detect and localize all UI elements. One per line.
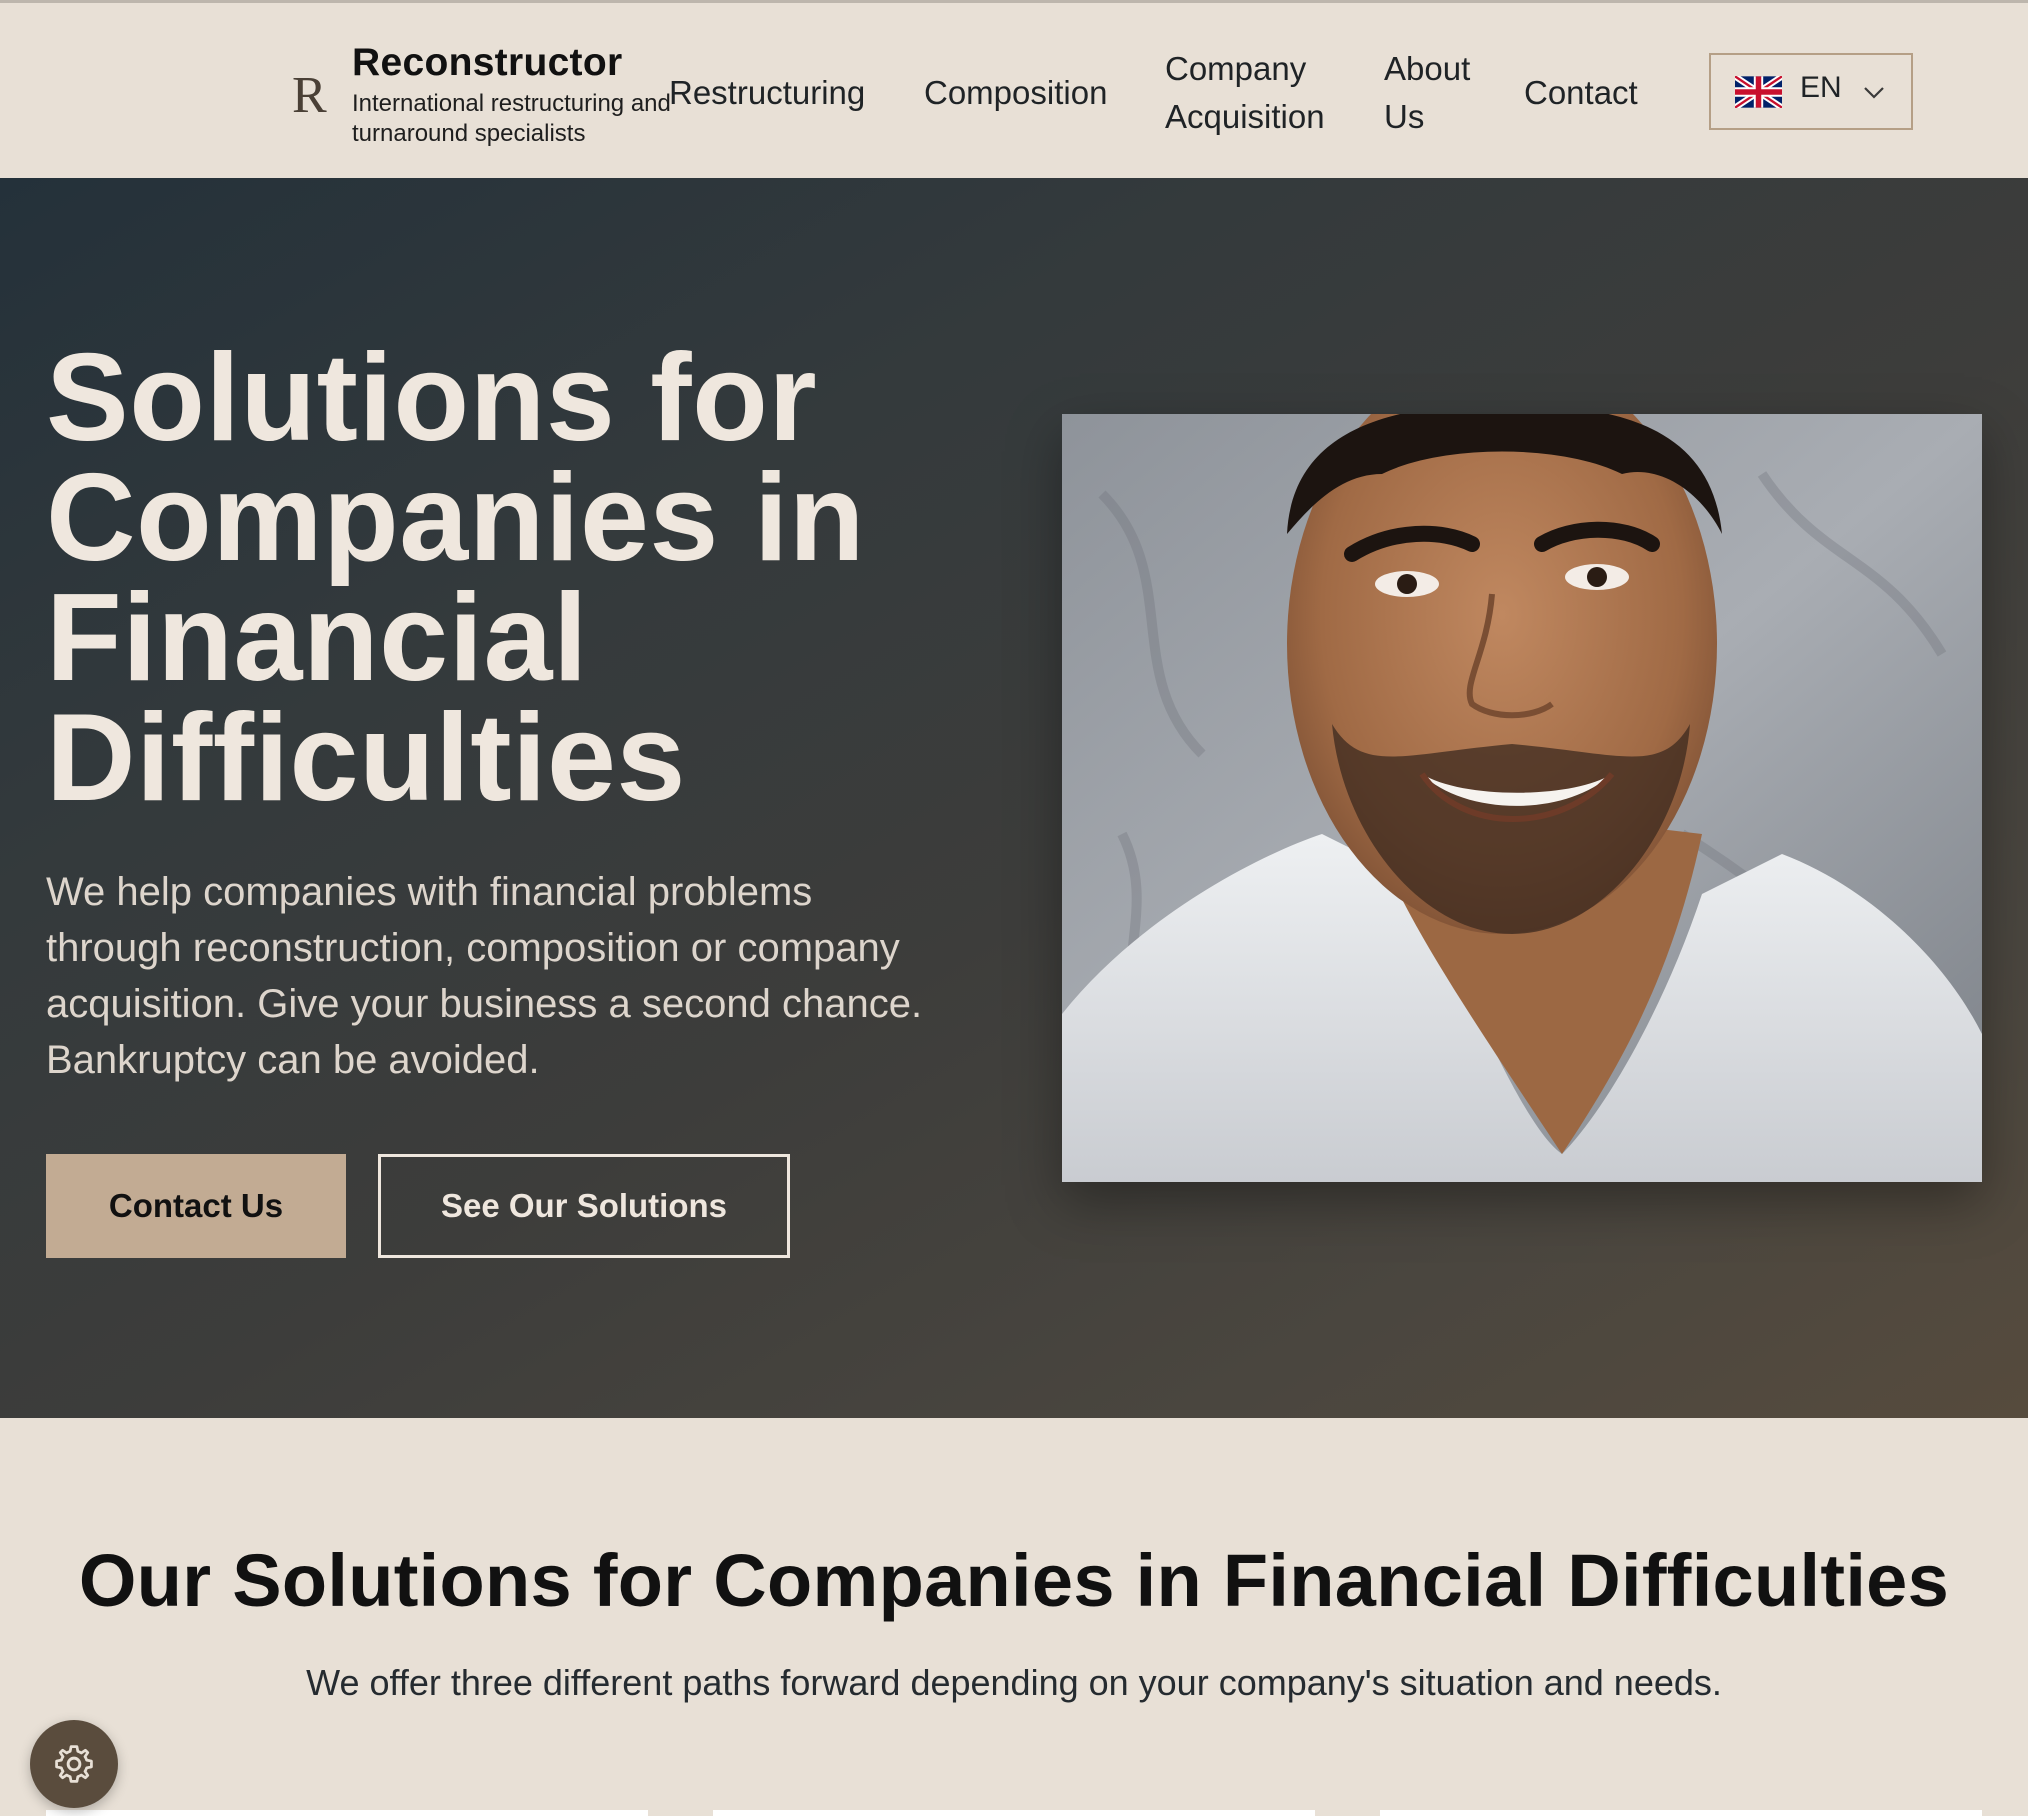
hero-section: Solutions for Companies in Financial Dif…: [0, 178, 2028, 1418]
brand-name: Reconstructor: [352, 41, 623, 84]
chevron-down-icon: [1864, 87, 1884, 99]
logo[interactable]: R Reconstructor International restructur…: [290, 41, 671, 151]
solution-card[interactable]: [46, 1810, 648, 1816]
language-selector[interactable]: EN: [1709, 53, 1913, 130]
hero-subtitle: We help companies with financial problem…: [46, 870, 923, 1082]
nav-item-restructuring[interactable]: Restructuring: [669, 69, 865, 117]
portrait-illustration: [1062, 414, 1982, 1182]
nav-item-contact[interactable]: Contact: [1524, 69, 1638, 117]
solutions-title: Our Solutions for Companies in Financial…: [78, 1539, 1950, 1622]
brand-tagline: International restructuring and turnarou…: [352, 90, 671, 147]
contact-us-button[interactable]: Contact Us: [46, 1154, 346, 1258]
nav-item-about-us[interactable]: About Us: [1384, 45, 1494, 141]
solution-card[interactable]: [713, 1810, 1315, 1816]
uk-flag-icon: [1735, 76, 1782, 108]
solutions-subtitle: We offer three different paths forward d…: [306, 1662, 1722, 1703]
language-code: EN: [1800, 71, 1842, 104]
site-header: R Reconstructor International restructur…: [0, 3, 2028, 178]
nav-item-company-acquisition[interactable]: Company Acquisition: [1165, 45, 1355, 141]
solution-card[interactable]: [1380, 1810, 1982, 1816]
hero-portrait-image: [1062, 414, 1982, 1182]
page: R Reconstructor International restructur…: [0, 0, 2028, 1816]
logo-mark: R: [292, 67, 327, 124]
nav-item-composition[interactable]: Composition: [924, 69, 1107, 117]
see-solutions-button[interactable]: See Our Solutions: [378, 1154, 790, 1258]
gear-icon: [55, 1745, 93, 1783]
hero-title: Solutions for Companies in Financial Dif…: [46, 329, 866, 827]
cookie-settings-button[interactable]: [30, 1720, 118, 1808]
